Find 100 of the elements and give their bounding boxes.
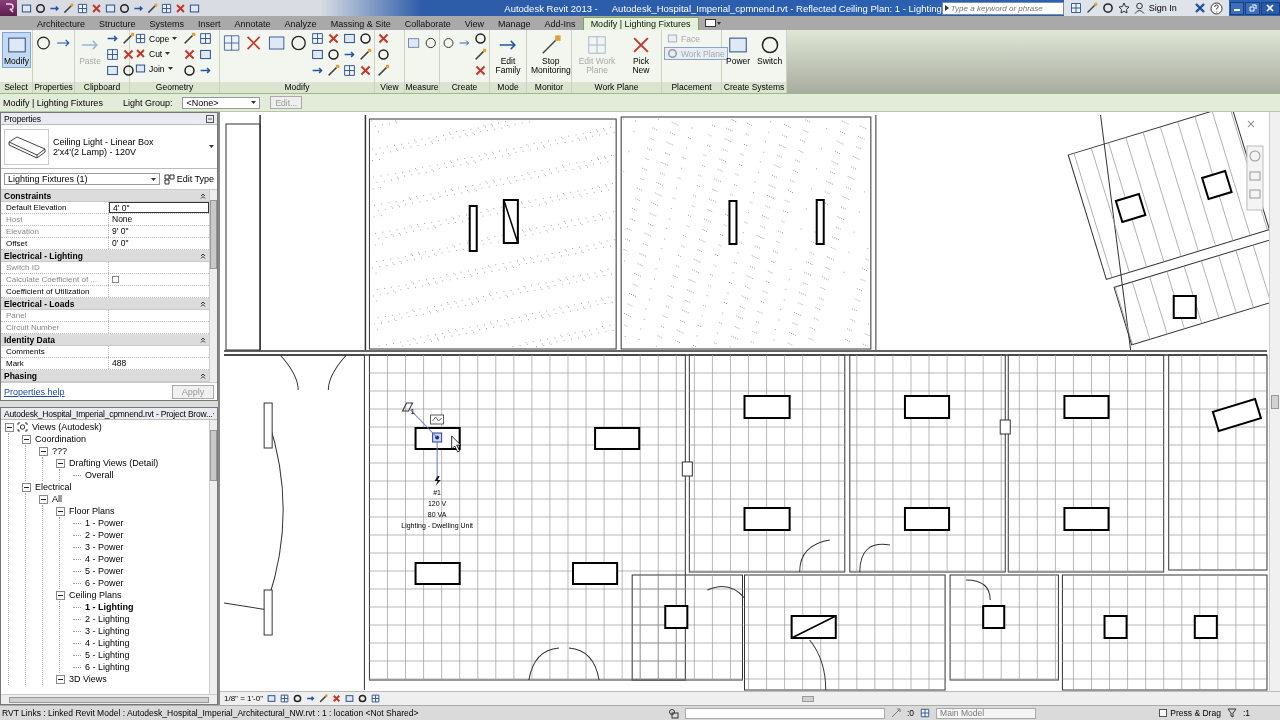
- pin-icon[interactable]: [206, 114, 214, 123]
- grid-icon[interactable]: [222, 32, 242, 54]
- tree-item[interactable]: Floor Plans: [68, 506, 116, 516]
- light-fixture[interactable]: [982, 605, 1006, 629]
- light-fixture[interactable]: [815, 199, 825, 245]
- tree-item[interactable]: 6 - Lighting: [84, 662, 131, 672]
- light-fixture[interactable]: [1103, 615, 1128, 639]
- collapse-icon[interactable]: [39, 494, 48, 504]
- line-icon[interactable]: [539, 34, 562, 56]
- circle-icon[interactable]: [35, 2, 47, 14]
- grid-icon[interactable]: [135, 33, 146, 44]
- line-icon[interactable]: [327, 64, 340, 77]
- arrow-icon[interactable]: [944, 5, 949, 11]
- cross-icon[interactable]: [359, 64, 372, 77]
- light-fixture[interactable]: [468, 205, 478, 252]
- ribbon-tab[interactable]: Systems: [142, 17, 192, 30]
- ribbon-tab[interactable]: View: [457, 17, 492, 30]
- light-fixture[interactable]: [1063, 507, 1110, 531]
- restore-button[interactable]: [1245, 1, 1260, 15]
- light-fixture[interactable]: [1172, 295, 1197, 319]
- circle-icon[interactable]: [358, 694, 367, 703]
- tree-item[interactable]: 5 - Lighting: [84, 650, 131, 660]
- line-icon[interactable]: [377, 64, 390, 77]
- grid-icon[interactable]: [161, 2, 173, 14]
- ribbon-tab[interactable]: Analyze: [277, 17, 324, 30]
- tree-item[interactable]: 4 - Lighting: [84, 638, 131, 648]
- tree-item[interactable]: 6 - Power: [84, 578, 125, 588]
- edit-type-button[interactable]: Edit Type: [163, 173, 214, 185]
- tree-item[interactable]: 4 - Power: [84, 554, 125, 564]
- rectangle-icon[interactable]: [5, 34, 28, 56]
- grid-icon[interactable]: [343, 64, 356, 77]
- light-fixture[interactable]: [572, 562, 619, 585]
- circle-icon[interactable]: [293, 694, 302, 703]
- rectangle-icon[interactable]: [345, 694, 354, 703]
- filter-icon[interactable]: [1226, 708, 1237, 718]
- collapse-icon[interactable]: [56, 458, 65, 468]
- ribbon-tab[interactable]: Insert: [191, 17, 228, 30]
- ribbon-tab[interactable]: Massing & Site: [323, 17, 398, 30]
- circle-icon[interactable]: [119, 2, 131, 14]
- grid-icon[interactable]: [311, 32, 324, 45]
- property-value[interactable]: 4' 0": [109, 202, 209, 213]
- close-button[interactable]: [1260, 1, 1280, 15]
- light-fixture[interactable]: [664, 605, 689, 629]
- cross-icon[interactable]: [377, 32, 390, 45]
- light-group-dropdown[interactable]: <None>: [182, 96, 261, 109]
- tree-item[interactable]: Ceiling Plans: [68, 590, 123, 600]
- ribbon-tab[interactable]: Manage: [491, 17, 538, 30]
- collapse-icon[interactable]: [200, 192, 206, 199]
- cross-icon[interactable]: [175, 2, 187, 14]
- properties-help-link[interactable]: Properties help: [4, 386, 65, 397]
- workset-icon[interactable]: [668, 707, 679, 719]
- light-fixture[interactable]: [594, 427, 641, 450]
- workset-field[interactable]: [685, 707, 885, 719]
- rectangle-icon[interactable]: [189, 2, 201, 14]
- tree-item[interactable]: Coordination: [34, 434, 88, 444]
- cross-icon[interactable]: [183, 48, 197, 61]
- property-value[interactable]: None: [109, 214, 209, 225]
- star-icon[interactable]: [1117, 2, 1130, 14]
- light-fixture[interactable]: [903, 395, 951, 419]
- tree-item[interactable]: Electrical: [34, 482, 73, 492]
- ribbon-button[interactable]: Join: [132, 62, 181, 75]
- circle-icon[interactable]: [122, 64, 135, 77]
- cross-icon[interactable]: [474, 64, 487, 77]
- light-fixture[interactable]: [743, 395, 791, 419]
- scrollbar[interactable]: [1, 694, 217, 704]
- circle-icon[interactable]: [183, 64, 197, 77]
- tree-item[interactable]: 2 - Power: [84, 530, 125, 540]
- collapse-icon[interactable]: [200, 372, 206, 379]
- light-fixture[interactable]: [1193, 615, 1218, 639]
- light-fixture[interactable]: [502, 199, 519, 244]
- help-icon[interactable]: [1210, 1, 1223, 15]
- design-option-field[interactable]: Main Model: [936, 707, 1037, 719]
- tree-item[interactable]: All: [51, 494, 63, 504]
- circle-icon[interactable]: [327, 48, 340, 61]
- tree-item[interactable]: 3 - Power: [84, 542, 125, 552]
- line-icon[interactable]: [122, 32, 135, 45]
- exchange-icon[interactable]: [1194, 2, 1206, 14]
- collapse-icon[interactable]: [200, 336, 206, 343]
- grid-icon[interactable]: [371, 694, 380, 703]
- ribbon-tab[interactable]: Structure: [92, 17, 143, 30]
- collapse-icon[interactable]: [22, 482, 31, 492]
- tree-item[interactable]: Views (Autodesk): [31, 422, 103, 432]
- line-icon[interactable]: [183, 32, 197, 45]
- circle-icon[interactable]: [359, 32, 372, 45]
- circle-icon[interactable]: [474, 32, 487, 45]
- light-fixture[interactable]: [414, 562, 461, 585]
- rectangle-icon[interactable]: [105, 2, 117, 14]
- light-fixture[interactable]: [728, 200, 738, 245]
- ribbon-button[interactable]: Switch: [755, 32, 785, 69]
- tree-item[interactable]: 3D Views: [68, 674, 108, 684]
- tree-item[interactable]: 3 - Lighting: [84, 626, 131, 636]
- property-value[interactable]: 0' 0": [109, 238, 209, 249]
- cross-icon[interactable]: [332, 694, 341, 703]
- view-scale[interactable]: 1/8" = 1'-0": [224, 694, 263, 703]
- rectangle-icon[interactable]: [135, 63, 146, 74]
- collapse-icon[interactable]: [200, 300, 206, 307]
- ribbon-button[interactable]: Stop Monitoring: [529, 32, 573, 78]
- line-icon[interactable]: [147, 2, 159, 14]
- light-fixture[interactable]: [1063, 395, 1110, 419]
- instance-filter-dropdown[interactable]: Lighting Fixtures (1): [4, 173, 160, 185]
